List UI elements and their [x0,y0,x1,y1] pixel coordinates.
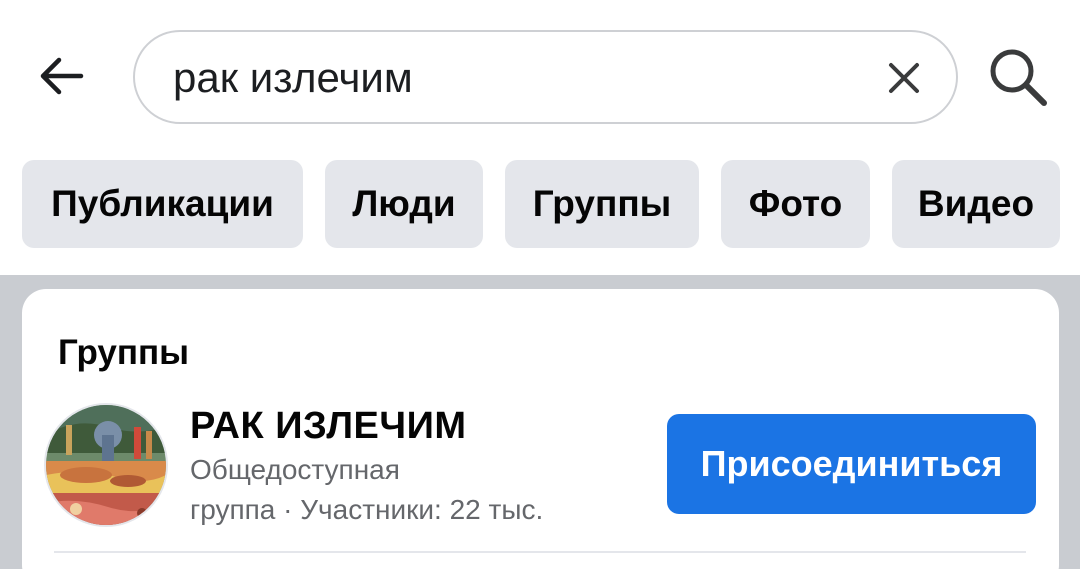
filter-publications[interactable]: Публикации [22,160,303,248]
filter-photos[interactable]: Фото [721,160,870,248]
clear-search-button[interactable] [882,56,926,100]
close-icon [889,63,919,93]
group-name[interactable]: РАК ИЗЛЕЧИМ [190,405,467,448]
filter-people[interactable]: Люди [325,160,483,248]
join-group-button[interactable]: Присоединиться [667,414,1036,514]
search-icon [990,49,1047,106]
groups-results-card: Группы РАК ИЗЛЕЧИМ Общедоступная группа … [22,289,1059,569]
group-avatar[interactable] [44,403,168,527]
group-details: группа · Участники: 22 тыс. [190,494,544,525]
search-button[interactable] [985,44,1051,110]
group-privacy: Общедоступная [190,454,400,485]
filter-chips: Публикации Люди Группы Фото Видео [0,160,1080,248]
filter-videos[interactable]: Видео [892,160,1060,248]
search-input[interactable]: рак излечим [133,30,958,124]
back-button[interactable] [30,48,92,104]
divider [54,551,1026,553]
search-header: рак излечим [0,0,1080,150]
section-title: Группы [58,333,190,372]
arrow-left-icon [40,57,84,95]
search-query: рак излечим [173,54,413,101]
filter-groups[interactable]: Группы [505,160,699,248]
painting-thumbnail [46,405,166,525]
